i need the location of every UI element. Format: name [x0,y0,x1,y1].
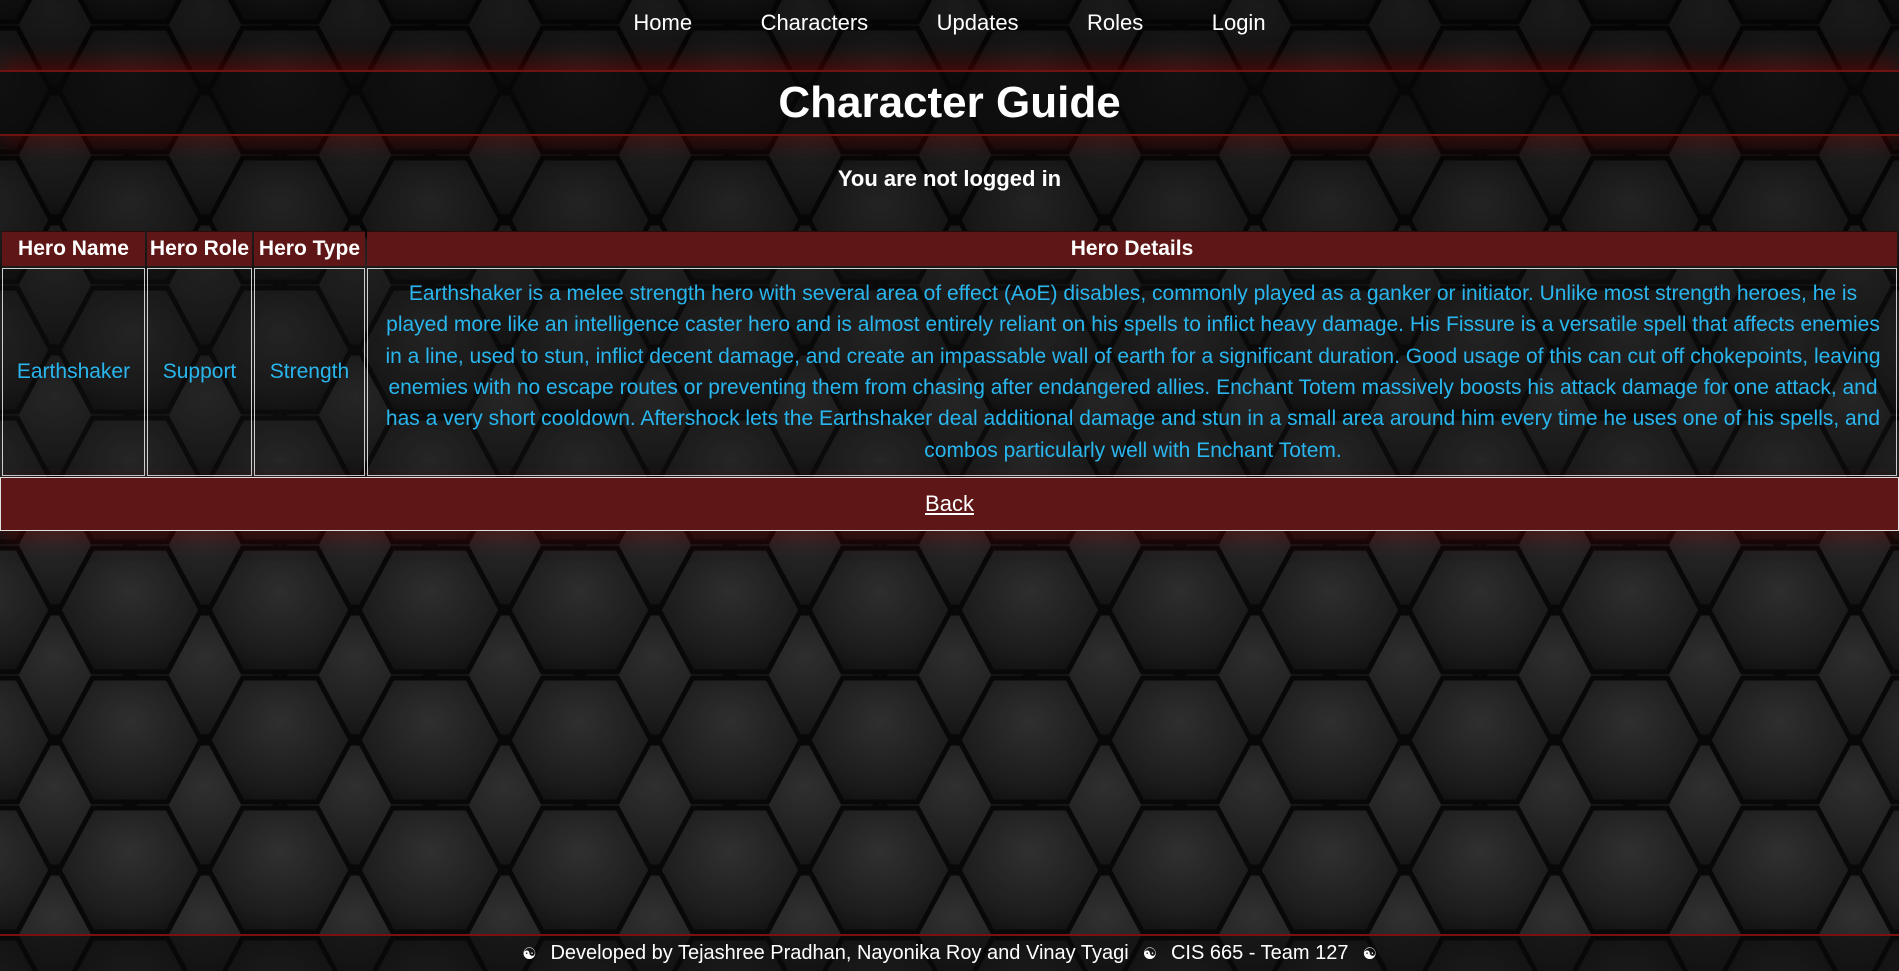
page-title: Character Guide [778,78,1121,127]
page-content: Home Characters Updates Roles Login Char… [0,0,1899,971]
footer-course: CIS 665 - Team 127 [1170,942,1349,964]
footer-developers: Developed by Tejashree Pradhan, Nayonika… [550,942,1129,964]
hero-details-cell: Earthshaker is a melee strength hero wit… [367,268,1897,476]
yin-yang-icon: ☯ [1362,946,1377,963]
back-link[interactable]: Back [925,491,974,516]
nav-characters-link[interactable]: Characters [761,0,869,46]
hero-table: Hero Name Hero Role Hero Type Hero Detai… [0,231,1899,476]
header-hero-type: Hero Type [254,231,365,268]
yin-yang-icon: ☯ [1142,946,1157,963]
nav-home-link[interactable]: Home [633,0,692,46]
table-row: Earthshaker Support Strength Earthshaker… [2,268,1897,476]
nav-roles-link[interactable]: Roles [1087,0,1143,46]
nav-login-link[interactable]: Login [1212,0,1266,46]
hero-type-cell: Strength [254,268,365,476]
footer: ☯ Developed by Tejashree Pradhan, Nayonik… [0,934,1899,971]
top-navigation: Home Characters Updates Roles Login [0,0,1899,46]
login-status-text: You are not logged in [837,166,1062,191]
hero-role-cell: Support [147,268,252,476]
header-hero-details: Hero Details [367,231,1897,268]
header-hero-role: Hero Role [147,231,252,268]
header-hero-name: Hero Name [2,231,145,268]
title-banner: Character Guide [0,70,1899,136]
yin-yang-icon: ☯ [522,946,537,963]
nav-updates-link[interactable]: Updates [937,0,1019,46]
table-header-row: Hero Name Hero Role Hero Type Hero Detai… [2,231,1897,268]
back-bar: Back [0,477,1899,531]
hero-name-cell: Earthshaker [2,268,145,476]
